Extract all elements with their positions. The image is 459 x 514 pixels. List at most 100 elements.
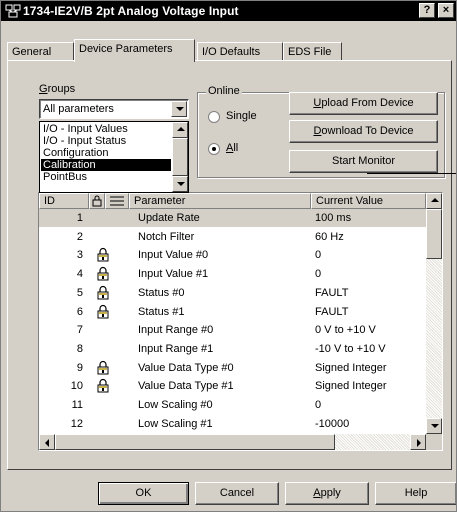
online-legend: Online xyxy=(206,85,242,97)
lock-icon xyxy=(96,378,110,393)
lock-icon xyxy=(96,247,110,262)
row-current-value[interactable]: FAULT xyxy=(315,287,348,299)
row-id: 4 xyxy=(76,268,83,281)
groups-dropdown-list: I/O - Input Values I/O - Input Status Co… xyxy=(39,121,189,193)
row-parameter: Value Data Type #1 xyxy=(138,380,234,393)
row-current-value[interactable]: FAULT xyxy=(315,306,348,318)
row-current-value[interactable]: -10 V to +10 V xyxy=(315,343,386,355)
row-parameter: Input Value #1 xyxy=(138,268,209,281)
grid-scroll-up-button[interactable] xyxy=(426,193,442,209)
row-current-value[interactable]: 60 Hz xyxy=(315,231,344,243)
table-row[interactable]: 6 Status #1 FAULT xyxy=(39,303,426,321)
row-parameter: Value Data Type #0 xyxy=(138,361,234,374)
grid-header: ID Parameter Current Value xyxy=(39,193,426,209)
row-current-value[interactable]: -10000 xyxy=(315,418,349,430)
arrow-right-icon xyxy=(417,439,421,447)
table-row[interactable]: 4 Input Value #1 0 xyxy=(39,265,426,283)
row-current-value[interactable]: 0 xyxy=(315,249,321,261)
grid-scroll-down-button[interactable] xyxy=(426,418,442,434)
row-id: 6 xyxy=(76,305,83,318)
dropdown-scroll-thumb[interactable] xyxy=(172,138,188,176)
table-row[interactable]: 7 Input Range #0 0 V to +10 V xyxy=(39,321,426,339)
download-to-device-button[interactable]: Download To Device xyxy=(289,120,438,143)
grid-horizontal-scrollbar[interactable] xyxy=(39,434,426,450)
arrow-up-icon xyxy=(177,127,185,131)
all-radio[interactable] xyxy=(208,143,220,155)
table-row[interactable]: 8 Input Range #1 -10 V to +10 V xyxy=(39,340,426,358)
row-id: 10 xyxy=(70,380,83,393)
groups-option-configuration[interactable]: Configuration xyxy=(41,147,171,159)
app-icon xyxy=(5,4,21,18)
grid-vertical-scrollbar[interactable] xyxy=(426,193,442,434)
upload-from-device-button[interactable]: Upload From Device xyxy=(289,92,438,115)
row-current-value[interactable]: Signed Integer xyxy=(315,380,387,392)
column-header-access[interactable] xyxy=(105,193,129,209)
grid-scroll-right-button[interactable] xyxy=(410,434,426,450)
access-header-icon xyxy=(110,196,124,206)
table-row[interactable]: 2 Notch Filter 60 Hz xyxy=(39,228,426,246)
tab-eds-file[interactable]: EDS File xyxy=(283,42,342,60)
column-header-parameter[interactable]: Parameter xyxy=(129,193,311,209)
table-row[interactable]: 3 Input Value #0 0 xyxy=(39,246,426,264)
row-id: 8 xyxy=(76,342,83,355)
row-id: 3 xyxy=(76,249,83,262)
row-current-value[interactable]: 0 xyxy=(315,399,321,411)
groups-selected-value: All parameters xyxy=(43,103,114,115)
row-current-value[interactable]: 0 V to +10 V xyxy=(315,324,376,336)
tab-general[interactable]: General xyxy=(7,42,74,60)
scrollbar-corner xyxy=(426,434,442,450)
groups-option-io-input-status[interactable]: I/O - Input Status xyxy=(41,135,171,147)
single-radio[interactable] xyxy=(208,111,220,123)
row-parameter: Update Rate xyxy=(138,212,200,224)
single-radio-label[interactable]: Single xyxy=(226,110,257,122)
row-id: 2 xyxy=(76,230,83,243)
dropdown-scroll-up-button[interactable] xyxy=(172,122,188,138)
row-parameter: Input Value #0 xyxy=(138,249,209,262)
title-bar[interactable]: 1734-IE2V/B 2pt Analog Voltage Input ? × xyxy=(1,1,456,21)
tab-device-parameters[interactable]: Device Parameters xyxy=(74,39,195,62)
groups-combobox[interactable]: All parameters xyxy=(39,99,189,119)
cancel-button[interactable]: Cancel xyxy=(195,482,279,505)
groups-option-calibration[interactable]: Calibration xyxy=(41,159,171,171)
table-row[interactable]: 5 Status #0 FAULT xyxy=(39,284,426,302)
callout-line xyxy=(367,173,456,174)
column-header-id[interactable]: ID xyxy=(39,193,89,209)
groups-option-io-input-values[interactable]: I/O - Input Values xyxy=(41,123,171,135)
table-row[interactable]: 10 Value Data Type #1 Signed Integer xyxy=(39,377,426,395)
tab-io-defaults[interactable]: I/O Defaults xyxy=(197,42,283,60)
lock-icon xyxy=(96,360,110,375)
grid-scroll-left-button[interactable] xyxy=(39,434,55,450)
help-title-button[interactable]: ? xyxy=(419,3,435,18)
column-header-current-value[interactable]: Current Value xyxy=(311,193,426,209)
apply-button[interactable]: Apply xyxy=(285,482,369,505)
table-row[interactable]: 9 Value Data Type #0 Signed Integer xyxy=(39,359,426,377)
arrow-down-icon xyxy=(177,182,185,186)
row-parameter: Status #1 xyxy=(138,305,185,318)
row-id: 1 xyxy=(76,212,83,224)
row-parameter: Low Scaling #0 xyxy=(138,399,213,411)
lock-icon xyxy=(96,266,110,281)
row-current-value[interactable]: 0 xyxy=(315,268,321,280)
lock-icon xyxy=(96,304,110,319)
table-row[interactable]: 12 Low Scaling #1 -10000 xyxy=(39,415,426,433)
start-monitor-button[interactable]: Start Monitor xyxy=(289,150,438,173)
all-radio-label[interactable]: All xyxy=(226,142,238,154)
close-button[interactable]: × xyxy=(438,3,454,18)
table-row[interactable]: 11 Low Scaling #0 0 xyxy=(39,396,426,414)
groups-option-pointbus[interactable]: PointBus xyxy=(41,171,171,183)
column-header-lock[interactable] xyxy=(89,193,105,209)
row-parameter: Input Range #0 xyxy=(138,324,214,337)
dropdown-scroll-down-button[interactable] xyxy=(172,176,188,192)
ok-button[interactable]: OK xyxy=(98,482,189,505)
row-current-value[interactable]: 100 ms xyxy=(315,212,351,224)
row-current-value[interactable]: Signed Integer xyxy=(315,362,387,374)
table-row[interactable]: 1 Update Rate 100 ms xyxy=(39,209,426,227)
parameters-grid[interactable]: ID Parameter Current Value 1 Update Rate 1… xyxy=(38,192,443,451)
radio-dot-icon xyxy=(212,147,216,151)
grid-vscroll-thumb[interactable] xyxy=(426,209,442,259)
help-button[interactable]: Help xyxy=(375,482,456,505)
grid-hscroll-thumb[interactable] xyxy=(55,434,335,450)
groups-dropdown-button[interactable] xyxy=(171,101,187,117)
dropdown-scrollbar[interactable] xyxy=(172,122,188,192)
row-id: 9 xyxy=(76,361,83,374)
